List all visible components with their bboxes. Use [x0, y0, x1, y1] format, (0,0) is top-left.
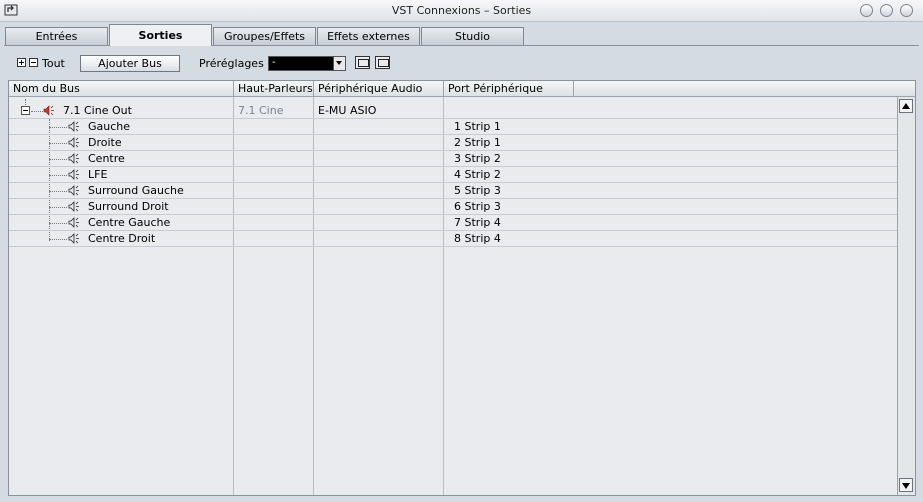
- close-button[interactable]: [900, 4, 913, 17]
- channel-row[interactable]: Centre 3 Strip 2: [9, 151, 897, 167]
- channel-name: Surround Droit: [88, 200, 169, 213]
- expand-all-icon[interactable]: [17, 58, 26, 67]
- bus-speaker-icon: [43, 105, 54, 116]
- channel-name: Gauche: [88, 120, 131, 133]
- tree-line: [49, 239, 67, 240]
- tree-line: [49, 175, 67, 176]
- bus-audio-device[interactable]: E-MU ASIO: [318, 103, 376, 119]
- channel-port[interactable]: 4 Strip 2: [454, 167, 501, 183]
- presets-value: -: [272, 57, 276, 68]
- tab-sorties[interactable]: Sorties: [109, 24, 212, 46]
- channel-row[interactable]: Surround Droit 6 Strip 3: [9, 199, 897, 215]
- minimize-button[interactable]: [860, 4, 873, 17]
- add-bus-button[interactable]: Ajouter Bus: [80, 55, 180, 72]
- channel-port[interactable]: 5 Strip 3: [454, 183, 501, 199]
- speaker-icon: [68, 137, 79, 148]
- scroll-down-button[interactable]: [899, 478, 913, 492]
- channel-port[interactable]: 1 Strip 1: [454, 119, 501, 135]
- tab-entrees[interactable]: Entrées: [5, 27, 108, 45]
- bus-table: Nom du Bus Haut-Parleurs Périphérique Au…: [8, 80, 916, 496]
- channel-row[interactable]: Centre Gauche 7 Strip 4: [9, 215, 897, 231]
- column-header-speakers[interactable]: Haut-Parleurs: [234, 81, 314, 97]
- tree-line: [49, 223, 67, 224]
- maximize-button[interactable]: [880, 4, 893, 17]
- all-label: Tout: [42, 57, 65, 70]
- presets-label: Préréglages: [199, 57, 264, 70]
- column-header-device-port[interactable]: Port Périphérique: [444, 81, 574, 97]
- tree-line: [49, 191, 67, 192]
- collapse-icon[interactable]: [21, 106, 30, 115]
- channel-port[interactable]: 7 Strip 4: [454, 215, 501, 231]
- speaker-icon: [68, 169, 79, 180]
- tab-effets-externes[interactable]: Effets externes: [317, 27, 420, 45]
- channel-row[interactable]: LFE 4 Strip 2: [9, 167, 897, 183]
- vertical-scrollbar[interactable]: [897, 97, 915, 495]
- remove-preset-icon[interactable]: [375, 56, 390, 69]
- column-header-empty: [574, 81, 915, 97]
- bus-speakers: 7.1 Cine: [238, 104, 284, 117]
- channel-name: Droite: [88, 136, 122, 149]
- chevron-down-icon[interactable]: [333, 57, 345, 70]
- channel-port[interactable]: 3 Strip 2: [454, 151, 501, 167]
- scroll-up-button[interactable]: [899, 99, 913, 113]
- channel-port[interactable]: 6 Strip 3: [454, 199, 501, 215]
- speaker-icon: [68, 233, 79, 244]
- tree-line: [31, 111, 43, 112]
- channel-name: Surround Gauche: [88, 184, 184, 197]
- tree-line: [49, 159, 67, 160]
- bus-row[interactable]: 7.1 Cine Out 7.1 Cine E-MU ASIO: [9, 99, 897, 119]
- channel-port[interactable]: 8 Strip 4: [454, 231, 501, 247]
- column-header-audio-device[interactable]: Périphérique Audio: [314, 81, 444, 97]
- tree-line: [25, 99, 26, 105]
- channel-row[interactable]: Droite 2 Strip 1: [9, 135, 897, 151]
- tab-studio[interactable]: Studio: [421, 27, 524, 45]
- collapse-all-icon[interactable]: [29, 58, 38, 67]
- speaker-icon: [68, 217, 79, 228]
- channel-row[interactable]: Centre Droit 8 Strip 4: [9, 231, 897, 247]
- channel-name: Centre: [88, 152, 125, 165]
- channel-name: Centre Droit: [88, 232, 156, 245]
- tree-line: [49, 127, 67, 128]
- speaker-icon: [68, 185, 79, 196]
- column-header-bus-name[interactable]: Nom du Bus: [9, 81, 234, 97]
- window-title: VST Connexions – Sorties: [391, 4, 532, 17]
- channel-name: Centre Gauche: [88, 216, 171, 229]
- channel-row[interactable]: Gauche 1 Strip 1: [9, 119, 897, 135]
- speaker-icon: [68, 121, 79, 132]
- tree-line: [49, 207, 67, 208]
- channel-port[interactable]: 2 Strip 1: [454, 135, 501, 151]
- speaker-icon: [68, 153, 79, 164]
- presets-select[interactable]: -: [268, 56, 346, 71]
- tab-groupes-effets[interactable]: Groupes/Effets: [213, 27, 316, 45]
- tree-line: [49, 143, 67, 144]
- channel-name: LFE: [88, 168, 108, 181]
- speaker-icon: [68, 201, 79, 212]
- channel-row[interactable]: Surround Gauche 5 Strip 3: [9, 183, 897, 199]
- title-bar: VST Connexions – Sorties: [0, 0, 923, 22]
- bus-name: 7.1 Cine Out: [63, 104, 132, 117]
- store-preset-icon[interactable]: [355, 56, 370, 69]
